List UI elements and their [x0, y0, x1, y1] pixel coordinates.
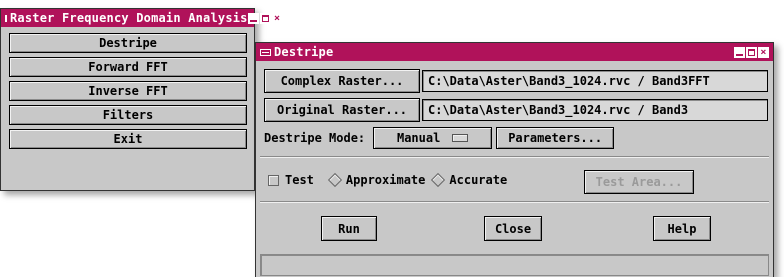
option-menu-icon — [452, 134, 469, 142]
parameters-button[interactable]: Parameters... — [496, 127, 615, 149]
close-icon[interactable]: × — [271, 12, 283, 24]
accurate-label: Accurate — [449, 173, 508, 187]
window-menu-icon[interactable] — [260, 48, 271, 56]
destripe-mode-select[interactable]: Manual — [373, 127, 493, 149]
original-raster-button[interactable]: Original Raster... — [264, 98, 420, 122]
status-bar — [260, 254, 769, 276]
raster-frequency-domain-window: Raster Frequency Domain Analysis × Destr… — [0, 8, 283, 191]
close-icon[interactable]: × — [758, 46, 769, 58]
original-raster-field: C:\Data\Aster\Band3_1024.rvc / Band3 — [422, 99, 768, 121]
separator — [260, 156, 769, 158]
help-button[interactable]: Help — [653, 216, 711, 241]
main-window-title: Raster Frequency Domain Analysis — [10, 11, 248, 25]
destripe-dialog: Destripe × Complex Raster... C:\Data\Ast… — [255, 42, 774, 277]
approximate-label: Approximate — [345, 173, 426, 187]
close-button[interactable]: Close — [484, 216, 542, 241]
forward-fft-button[interactable]: Forward FFT — [9, 57, 247, 77]
test-label: Test — [285, 173, 314, 187]
destripe-title: Destripe — [274, 45, 334, 59]
minimize-icon[interactable] — [247, 12, 259, 24]
destripe-button[interactable]: Destripe — [9, 33, 247, 53]
window-menu-icon[interactable] — [5, 14, 7, 22]
filters-button[interactable]: Filters — [9, 105, 247, 125]
maximize-icon[interactable] — [259, 12, 271, 24]
destripe-mode-value: Manual — [396, 131, 441, 145]
complex-raster-button[interactable]: Complex Raster... — [264, 69, 420, 93]
exit-button[interactable]: Exit — [9, 129, 247, 149]
minimize-icon[interactable] — [734, 46, 745, 58]
main-titlebar[interactable]: Raster Frequency Domain Analysis × — [1, 9, 283, 27]
test-area-button[interactable]: Test Area... — [584, 170, 694, 194]
inverse-fft-button[interactable]: Inverse FFT — [9, 81, 247, 101]
complex-raster-field: C:\Data\Aster\Band3_1024.rvc / Band3FFT — [422, 70, 768, 92]
test-checkbox[interactable] — [268, 174, 279, 186]
accurate-radio[interactable] — [431, 172, 446, 188]
separator — [260, 201, 769, 203]
destripe-mode-label: Destripe Mode: — [264, 131, 366, 145]
destripe-titlebar[interactable]: Destripe × — [256, 43, 773, 61]
run-button[interactable]: Run — [321, 216, 377, 241]
maximize-icon[interactable] — [746, 46, 757, 58]
approximate-radio[interactable] — [327, 172, 342, 188]
main-button-list: Destripe Forward FFT Inverse FFT Filters… — [1, 27, 254, 159]
